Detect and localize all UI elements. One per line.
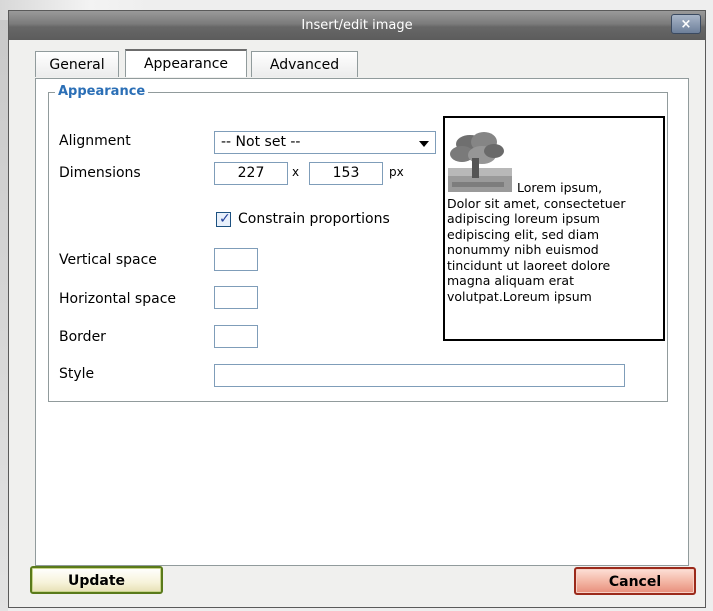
vertical-space-input[interactable] bbox=[214, 248, 258, 271]
tab-general-label: General bbox=[49, 57, 105, 73]
horizontal-space-label: Horizontal space bbox=[59, 291, 177, 307]
check-icon: ✓ bbox=[219, 211, 231, 227]
tab-general[interactable]: General bbox=[35, 51, 119, 77]
vertical-space-label: Vertical space bbox=[59, 252, 157, 268]
border-input[interactable] bbox=[214, 325, 258, 348]
horizontal-space-input[interactable] bbox=[214, 286, 258, 309]
constrain-proportions-label: Constrain proportions bbox=[238, 211, 390, 227]
tab-appearance[interactable]: Appearance bbox=[125, 49, 247, 77]
constrain-proportions-checkbox[interactable]: ✓ bbox=[216, 211, 231, 227]
tab-advanced-label: Advanced bbox=[269, 57, 340, 73]
dialog-titlebar[interactable]: Insert/edit image × bbox=[9, 11, 705, 40]
appearance-fieldset: Appearance Alignment -- Not set -- Dimen… bbox=[48, 83, 668, 402]
close-button[interactable]: × bbox=[671, 14, 701, 34]
unit-label: px bbox=[389, 165, 404, 179]
style-input[interactable] bbox=[214, 364, 625, 387]
insert-edit-image-dialog: Insert/edit image × General Appearance A… bbox=[8, 10, 706, 608]
preview-sample-text: Lorem ipsum, Dolor sit amet, consectetue… bbox=[447, 180, 626, 304]
dimensions-label: Dimensions bbox=[59, 165, 141, 181]
dimension-separator: x bbox=[292, 165, 300, 179]
update-button[interactable]: Update bbox=[30, 566, 163, 594]
dialog-title: Insert/edit image bbox=[301, 18, 413, 33]
alignment-select[interactable]: -- Not set -- bbox=[214, 131, 436, 154]
tab-advanced[interactable]: Advanced bbox=[251, 51, 358, 77]
appearance-legend: Appearance bbox=[55, 83, 149, 101]
alignment-selected-value: -- Not set -- bbox=[221, 134, 301, 150]
appearance-panel: Appearance Alignment -- Not set -- Dimen… bbox=[35, 78, 689, 566]
tab-appearance-label: Appearance bbox=[143, 56, 229, 72]
cancel-button[interactable]: Cancel bbox=[574, 567, 696, 595]
close-icon: × bbox=[680, 17, 692, 32]
alignment-label: Alignment bbox=[59, 133, 131, 149]
background-strip bbox=[0, 20, 8, 611]
chevron-down-icon[interactable] bbox=[419, 141, 429, 147]
width-input[interactable]: 227 bbox=[214, 162, 288, 185]
height-input[interactable]: 153 bbox=[309, 162, 383, 185]
border-label: Border bbox=[59, 329, 106, 345]
style-label: Style bbox=[59, 366, 95, 382]
image-preview: Lorem ipsum, Dolor sit amet, consectetue… bbox=[443, 116, 665, 341]
